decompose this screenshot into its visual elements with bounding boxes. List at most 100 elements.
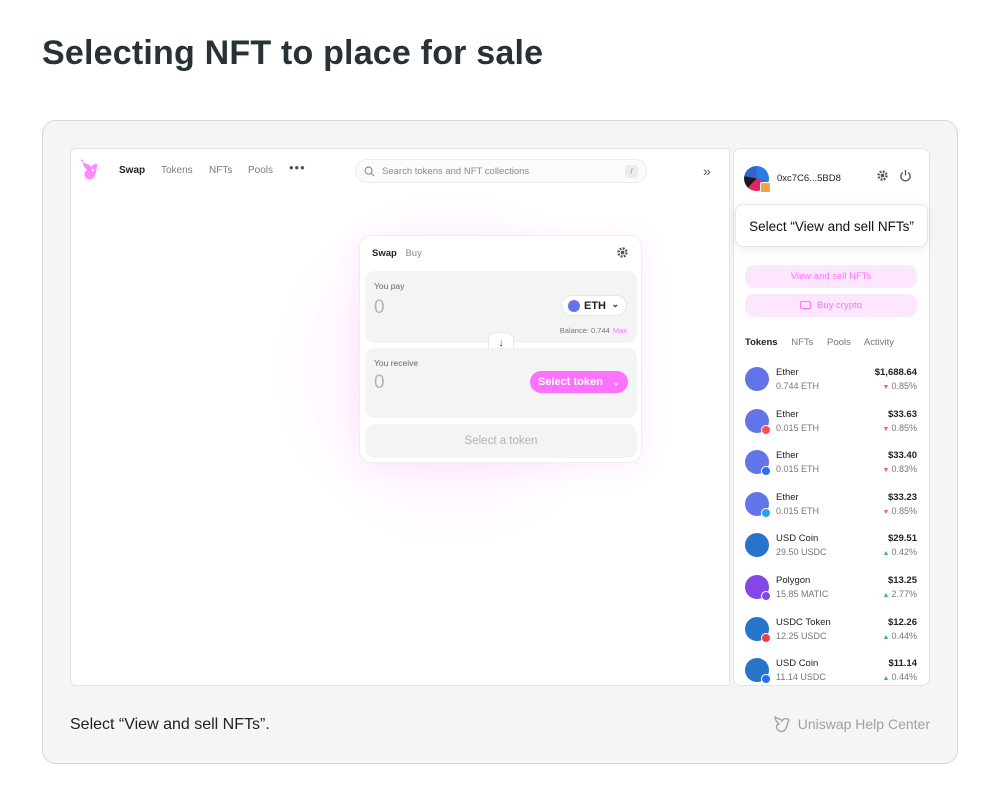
wallet-tabs: Tokens NFTs Pools Activity xyxy=(745,337,905,348)
chain-badge-icon xyxy=(761,424,771,435)
token-name: Ether xyxy=(776,408,799,420)
chain-badge-icon xyxy=(761,507,771,518)
view-and-sell-nfts-button[interactable]: View and sell NFTs xyxy=(745,265,917,288)
nav-swap[interactable]: Swap xyxy=(119,165,145,176)
token-name: USD Coin xyxy=(776,533,819,545)
balance-text: Balance: 0.744 Max xyxy=(560,326,627,335)
token-change-value: 0.85% xyxy=(891,381,917,391)
tab-swap[interactable]: Swap xyxy=(372,248,397,259)
token-usd-value: $13.25 xyxy=(887,574,917,586)
search-input[interactable]: Search tokens and NFT collections / xyxy=(355,159,647,183)
swap-tabs: Swap Buy xyxy=(372,248,428,259)
token-icon xyxy=(745,616,771,643)
token-row[interactable]: USDC Token 12.25 USDC $12.26 ▲ 0.44% xyxy=(734,609,929,651)
token-change: ▼ 0.85% xyxy=(883,381,917,391)
token-name: Ether xyxy=(776,367,799,378)
pay-token-selector[interactable]: ETH ⌄ xyxy=(561,295,627,316)
token-icon xyxy=(745,533,769,558)
token-change-value: 0.44% xyxy=(891,630,917,641)
token-row[interactable]: Ether 0.744 ETH $1,688.64 ▼ 0.85% xyxy=(734,359,929,401)
pay-label: You pay xyxy=(374,281,405,291)
token-change-value: 0.44% xyxy=(891,672,917,683)
token-balance: 15.85 MATIC xyxy=(776,588,829,599)
tab-buy[interactable]: Buy xyxy=(405,248,421,259)
chain-badge-icon xyxy=(761,632,771,643)
uniswap-logo-icon xyxy=(774,715,790,733)
triangle-up-icon: ▲ xyxy=(882,675,890,683)
token-change: ▲ 0.42% xyxy=(883,547,917,557)
token-row[interactable]: Ether 0.015 ETH $33.23 ▼ 0.85% xyxy=(734,484,929,526)
chain-badge-icon xyxy=(761,466,771,477)
gear-icon[interactable] xyxy=(876,169,889,182)
token-balance: 29.50 USDC xyxy=(776,547,827,558)
token-name: USD Coin xyxy=(776,658,819,670)
settings-gear-icon[interactable] xyxy=(616,246,629,259)
token-balance: 0.015 ETH xyxy=(776,422,820,433)
tab-pools[interactable]: Pools xyxy=(827,337,851,348)
token-name: Polygon xyxy=(776,574,811,586)
credit-card-icon xyxy=(800,301,812,309)
tab-tokens[interactable]: Tokens xyxy=(745,337,778,348)
nav-nfts[interactable]: NFTs xyxy=(209,165,232,176)
buy-crypto-label: Buy crypto xyxy=(817,300,862,311)
brand-footer: Uniswap Help Center xyxy=(772,714,930,734)
nav-tokens[interactable]: Tokens xyxy=(161,165,193,176)
token-usd-value: $12.26 xyxy=(887,616,917,628)
token-usd-value: $33.40 xyxy=(887,450,917,462)
top-nav: Swap Tokens NFTs Pools ••• Search tokens… xyxy=(71,149,729,193)
uniswap-app: Swap Tokens NFTs Pools ••• Search tokens… xyxy=(70,148,730,686)
token-row[interactable]: Ether 0.015 ETH $33.40 ▼ 0.83% xyxy=(734,442,929,484)
token-usd-value: $1,688.64 xyxy=(874,367,917,378)
wallet-address[interactable]: 0xc7C6...5BD8 xyxy=(777,173,841,184)
select-token-label: Select token xyxy=(538,376,603,388)
triangle-up-icon: ▲ xyxy=(882,591,890,599)
select-a-token-button[interactable]: Select a token xyxy=(365,424,637,458)
expand-drawer-icon[interactable]: » xyxy=(703,163,711,179)
token-change: ▲ 0.44% xyxy=(883,631,917,641)
eth-icon xyxy=(568,300,580,312)
triangle-down-icon: ▼ xyxy=(882,384,890,391)
token-balance: 11.14 USDC xyxy=(776,672,826,683)
token-icon xyxy=(745,658,771,685)
token-icon xyxy=(745,491,771,518)
token-balance: 0.015 ETH xyxy=(776,464,820,475)
brand-label: Uniswap Help Center xyxy=(797,716,930,732)
token-balance: 12.25 USDC xyxy=(776,630,827,641)
token-usd-value: $33.23 xyxy=(887,491,917,503)
uniswap-logo-icon[interactable] xyxy=(79,159,101,183)
token-balance: 0.744 ETH xyxy=(776,381,820,391)
search-icon xyxy=(364,166,375,177)
swap-card: Swap Buy You pay 0 ETH ⌄ Balance: 0.744 M… xyxy=(359,235,642,463)
token-row[interactable]: USD Coin 11.14 USDC $11.14 ▲ 0.44% xyxy=(734,650,929,685)
token-change: ▼ 0.83% xyxy=(883,464,917,474)
token-icon xyxy=(745,574,771,601)
receive-panel: You receive 0 Select token ⌄ xyxy=(365,348,637,418)
triangle-up-icon: ▲ xyxy=(882,633,890,641)
pay-token-symbol: ETH xyxy=(584,300,606,312)
token-row[interactable]: Ether 0.015 ETH $33.63 ▼ 0.85% xyxy=(734,401,929,443)
power-icon[interactable] xyxy=(899,169,912,182)
token-row[interactable]: USD Coin 29.50 USDC $29.51 ▲ 0.42% xyxy=(734,525,929,567)
token-icon xyxy=(745,408,771,435)
receive-amount-input[interactable]: 0 xyxy=(374,372,385,394)
search-placeholder: Search tokens and NFT collections xyxy=(382,166,530,177)
chevron-down-icon: ⌄ xyxy=(611,299,619,309)
balance-value: Balance: 0.744 xyxy=(559,326,610,335)
tab-activity[interactable]: Activity xyxy=(864,337,894,348)
token-name: Ether xyxy=(776,491,799,503)
select-token-button[interactable]: Select token ⌄ xyxy=(530,371,628,393)
triangle-down-icon: ▼ xyxy=(882,467,890,475)
nav-more-icon[interactable]: ••• xyxy=(289,160,306,175)
tab-nfts[interactable]: NFTs xyxy=(791,337,813,348)
nav-pools[interactable]: Pools xyxy=(248,165,273,176)
token-list: Ether 0.744 ETH $1,688.64 ▼ 0.85% Ether 0.015 … xyxy=(734,359,929,685)
pay-amount-input[interactable]: 0 xyxy=(374,297,385,319)
search-shortcut-badge: / xyxy=(625,165,638,178)
token-row[interactable]: Polygon 15.85 MATIC $13.25 ▲ 2.77% xyxy=(734,567,929,609)
token-name: USDC Token xyxy=(776,616,831,628)
buy-crypto-button[interactable]: Buy crypto xyxy=(745,294,917,317)
instruction-tooltip: Select “View and sell NFTs” xyxy=(735,204,928,247)
max-button[interactable]: Max xyxy=(613,326,627,335)
token-change: ▲ 2.77% xyxy=(883,589,917,599)
chain-badge-icon xyxy=(761,674,771,685)
